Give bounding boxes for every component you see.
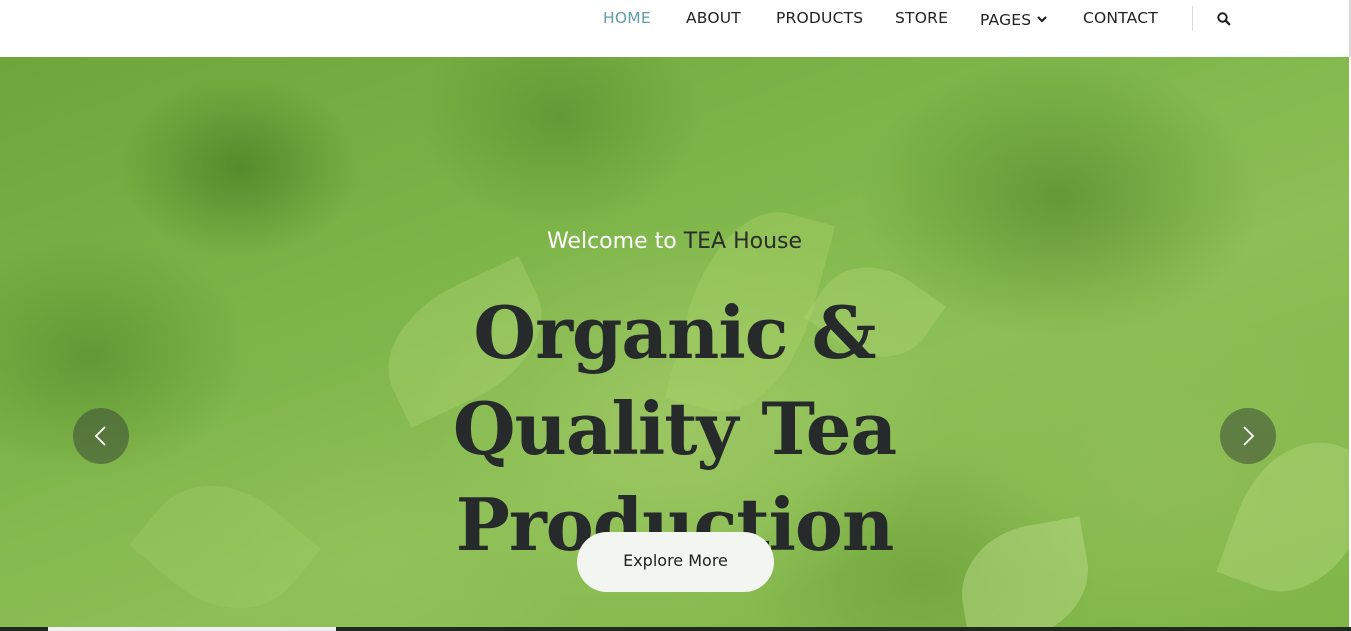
nav-pages-dropdown[interactable]: PAGES — [980, 9, 1048, 29]
search-icon[interactable] — [1216, 11, 1232, 27]
nav-contact[interactable]: CONTACT — [1083, 9, 1158, 27]
nav-pages-label: PAGES — [980, 11, 1032, 29]
bottom-strip-segment — [48, 627, 336, 631]
page: HOME ABOUT PRODUCTS STORE PAGES CONTACT — [0, 0, 1351, 631]
nav-products[interactable]: PRODUCTS — [776, 9, 863, 27]
slider-prev-button[interactable] — [73, 408, 129, 464]
brand-name: TEA House — [683, 229, 803, 254]
headline-line-1: Organic & — [473, 290, 876, 375]
chevron-down-icon — [1037, 9, 1048, 27]
chevron-left-icon — [94, 426, 106, 446]
slider-next-button[interactable] — [1220, 408, 1276, 464]
bottom-strip — [0, 627, 1351, 631]
nav-divider — [1192, 6, 1193, 31]
hero-headline: Organic & Quality Tea Production — [0, 285, 1349, 573]
chevron-right-icon — [1243, 426, 1255, 446]
hero-welcome: Welcome to TEA House — [0, 229, 1349, 254]
headline-line-2: Quality Tea — [452, 386, 897, 471]
explore-more-button[interactable]: Explore More — [577, 532, 774, 592]
site-header: HOME ABOUT PRODUCTS STORE PAGES CONTACT — [0, 0, 1351, 57]
nav-about[interactable]: ABOUT — [686, 9, 741, 27]
welcome-prefix: Welcome to — [546, 229, 677, 254]
nav-store[interactable]: STORE — [895, 9, 948, 27]
nav-home[interactable]: HOME — [603, 9, 651, 27]
main-nav: HOME ABOUT PRODUCTS STORE PAGES CONTACT — [0, 0, 1349, 38]
